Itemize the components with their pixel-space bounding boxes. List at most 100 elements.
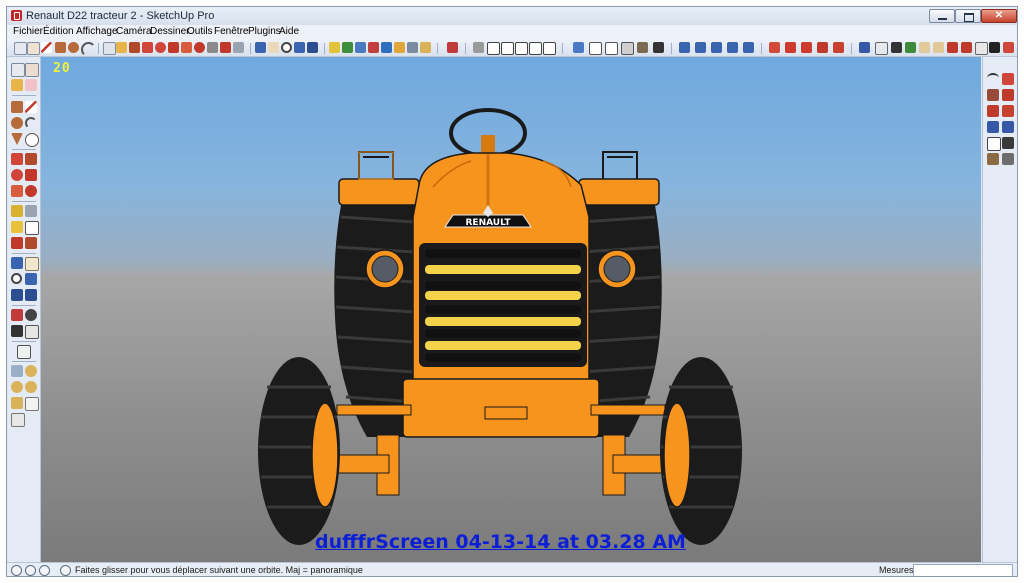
previous-view-tool-icon[interactable] <box>25 289 37 301</box>
stamp-tool-icon[interactable] <box>11 381 23 393</box>
arc-icon[interactable] <box>81 42 96 57</box>
zoom-window-tool-icon[interactable] <box>25 273 37 285</box>
paint-tool-icon[interactable] <box>11 79 23 91</box>
plugin-3-icon[interactable] <box>801 42 812 53</box>
look-around-tool-icon[interactable] <box>25 309 37 321</box>
plugin-g-icon[interactable] <box>1002 121 1014 133</box>
plugin-11-icon[interactable] <box>933 42 944 53</box>
section-display-tool-icon[interactable] <box>11 413 25 427</box>
drape-tool-icon[interactable] <box>25 381 37 393</box>
plugin-d-icon[interactable] <box>987 105 999 117</box>
help-icon[interactable] <box>60 565 71 576</box>
plugin-a-icon[interactable] <box>1002 73 1014 85</box>
menu-edition[interactable]: Édition <box>43 26 74 37</box>
share-model-icon[interactable] <box>381 42 392 53</box>
follow-me-icon[interactable] <box>168 42 179 53</box>
smoove-tool-icon[interactable] <box>25 365 37 377</box>
orbit-tool-icon[interactable] <box>11 257 23 269</box>
model-viewport[interactable]: 20 RENAULT dufffrScreen 04-13-14 at 03.2… <box>41 57 981 567</box>
add-detail-tool-icon[interactable] <box>11 397 23 409</box>
plugin-h-icon[interactable] <box>987 137 1001 151</box>
arc-tool-icon[interactable] <box>25 117 37 129</box>
tape-measure-icon[interactable] <box>207 42 218 53</box>
add-location-icon[interactable] <box>329 42 340 53</box>
standard-view-3-icon[interactable] <box>711 42 722 53</box>
3d-text-tool-icon[interactable] <box>25 237 37 249</box>
hidden-line-icon[interactable] <box>605 42 618 55</box>
toggle-terrain-icon[interactable] <box>342 42 353 53</box>
front-view-icon[interactable] <box>501 42 514 55</box>
plugin-10-icon[interactable] <box>919 42 930 53</box>
standard-view-4-icon[interactable] <box>727 42 738 53</box>
menu-affichage[interactable]: Affichage <box>76 26 118 37</box>
plugin-f-icon[interactable] <box>987 121 999 133</box>
section-plane-tool-icon[interactable] <box>25 325 39 339</box>
select-tool-icon[interactable] <box>11 63 25 77</box>
plugin-1-icon[interactable] <box>769 42 780 53</box>
terrain-tool-icon[interactable] <box>11 365 23 377</box>
plugin-4-icon[interactable] <box>817 42 828 53</box>
pan-tool-icon[interactable] <box>25 257 39 271</box>
move-icon[interactable] <box>142 42 153 53</box>
shaded-icon[interactable] <box>621 42 634 55</box>
zoom-extents-tool-icon[interactable] <box>11 289 23 301</box>
tape-measure-tool-icon[interactable] <box>11 205 23 217</box>
zoom-icon[interactable] <box>281 42 292 53</box>
plugin-14-icon[interactable] <box>975 42 988 55</box>
push-pull-tool-icon[interactable] <box>25 153 37 165</box>
dimension-tool-icon[interactable] <box>25 205 37 217</box>
section-plane-icon[interactable] <box>447 42 458 53</box>
rotate-icon[interactable] <box>155 42 166 53</box>
make-component-icon[interactable] <box>103 42 116 55</box>
protractor-tool-icon[interactable] <box>11 221 23 233</box>
circle-icon[interactable] <box>68 42 79 53</box>
credits-status-icon[interactable] <box>25 565 36 576</box>
plugin-7-icon[interactable] <box>875 42 888 55</box>
scale-icon[interactable] <box>181 42 192 53</box>
tractor-model[interactable]: RENAULT <box>41 57 981 567</box>
axes-tool-icon[interactable] <box>11 237 23 249</box>
zoom-window-icon[interactable] <box>294 42 305 53</box>
flip-edge-tool-icon[interactable] <box>25 397 39 411</box>
sandbox-tool-icon[interactable] <box>17 345 31 359</box>
move-tool-icon[interactable] <box>11 153 23 165</box>
plugin-12-icon[interactable] <box>947 42 958 53</box>
standard-view-5-icon[interactable] <box>743 42 754 53</box>
wireframe-icon[interactable] <box>589 42 602 55</box>
plugin-i-icon[interactable] <box>1002 137 1014 149</box>
rotate-tool-icon[interactable] <box>11 169 23 181</box>
shaded-textures-icon[interactable] <box>637 42 648 53</box>
axes-icon[interactable] <box>233 42 244 53</box>
maximize-button[interactable] <box>955 9 981 23</box>
plugin-k-icon[interactable] <box>1002 153 1014 165</box>
sketchup-app-icon[interactable] <box>11 10 22 21</box>
menu-aide[interactable]: Aide <box>279 26 299 37</box>
follow-me-tool-icon[interactable] <box>25 169 37 181</box>
send-to-layout-icon[interactable] <box>420 42 431 53</box>
title-bar[interactable]: Renault D22 tracteur 2 - SketchUp Pro <box>7 7 1017 25</box>
photo-textures-icon[interactable] <box>355 42 366 53</box>
plugin-c-icon[interactable] <box>1002 89 1014 101</box>
standard-view-1-icon[interactable] <box>679 42 690 53</box>
select-icon[interactable] <box>14 42 27 55</box>
share-component-icon[interactable] <box>394 42 405 53</box>
plugin-9-icon[interactable] <box>905 42 916 53</box>
menu-fichier[interactable]: Fichier <box>13 26 43 37</box>
polygon-tool-icon[interactable] <box>11 133 23 145</box>
plugin-15-icon[interactable] <box>989 42 1000 53</box>
curve-plugin-icon[interactable] <box>987 73 999 83</box>
xray-icon[interactable] <box>573 42 584 53</box>
extension-warehouse-icon[interactable] <box>407 42 418 53</box>
user-status-icon[interactable] <box>39 565 50 576</box>
plugin-5-icon[interactable] <box>833 42 844 53</box>
plugin-j-icon[interactable] <box>987 153 999 165</box>
get-models-icon[interactable] <box>368 42 379 53</box>
plugin-8-icon[interactable] <box>891 42 902 53</box>
rectangle-tool-icon[interactable] <box>11 101 23 113</box>
zoom-extents-icon[interactable] <box>307 42 318 53</box>
protractor-icon[interactable] <box>220 42 231 53</box>
eraser-tool-icon[interactable] <box>25 79 37 91</box>
zoom-tool-icon[interactable] <box>11 273 22 284</box>
pencil-icon[interactable] <box>41 42 52 53</box>
back-view-icon[interactable] <box>529 42 542 55</box>
